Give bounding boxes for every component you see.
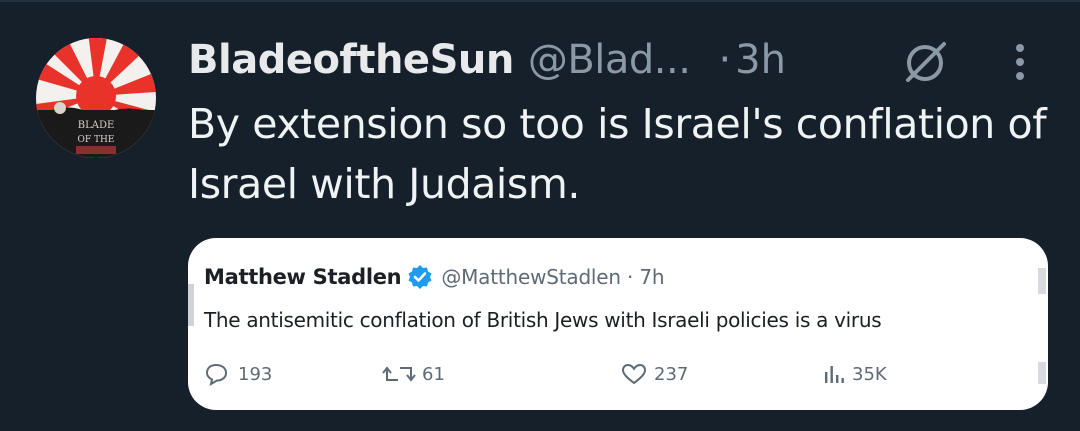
- quote-header: Matthew Stadlen @MatthewStadlen · 7h: [204, 264, 665, 290]
- avatar[interactable]: BLADE OF THE: [36, 38, 156, 158]
- clipped-share-fragment: [1038, 362, 1046, 384]
- tweet-screenshot: BLADE OF THE BladeoftheSun @Blad... · 3h…: [0, 0, 1080, 431]
- tweet-header: BladeoftheSun @Blad... · 3h: [188, 30, 786, 90]
- user-handle[interactable]: @Blad...: [528, 37, 691, 83]
- quote-likes: 237: [620, 362, 688, 386]
- top-divider: [0, 0, 1080, 2]
- slashed-circle-icon[interactable]: [900, 36, 950, 86]
- quote-replies-count: 193: [238, 363, 273, 385]
- avatar-text-1: BLADE: [78, 120, 115, 131]
- quoted-tweet-image[interactable]: Matthew Stadlen @MatthewStadlen · 7h The…: [188, 238, 1048, 410]
- quote-retweets: 61: [382, 362, 445, 386]
- quote-likes-count: 237: [654, 363, 689, 385]
- tweet-time[interactable]: 3h: [735, 37, 786, 83]
- separator-dot: ·: [718, 37, 732, 83]
- quote-views: 35K: [822, 362, 887, 386]
- tweet-text: By extension so too is Israel's conflati…: [188, 100, 1047, 208]
- clipped-icon-fragment: [1038, 268, 1046, 294]
- vertical-ellipsis-icon[interactable]: [1000, 38, 1040, 88]
- quote-retweets-count: 61: [422, 363, 445, 385]
- avatar-text-2: OF THE: [78, 135, 115, 145]
- retweet-icon: [382, 366, 416, 382]
- verified-badge-icon: [408, 265, 432, 289]
- quote-author-name: Matthew Stadlen: [204, 265, 402, 289]
- quote-views-count: 35K: [852, 363, 887, 385]
- reply-bubble-icon: [205, 363, 228, 386]
- quote-left-edge: [188, 284, 194, 326]
- heart-icon: [621, 363, 647, 385]
- quote-handle-time: @MatthewStadlen · 7h: [441, 265, 665, 289]
- quote-replies: 193: [204, 362, 272, 386]
- views-bar-chart-icon: [825, 366, 844, 383]
- display-name[interactable]: BladeoftheSun: [188, 37, 514, 83]
- rising-sun-avatar-image: BLADE OF THE: [36, 38, 156, 158]
- quote-text: The antisemitic conflation of British Je…: [204, 308, 882, 332]
